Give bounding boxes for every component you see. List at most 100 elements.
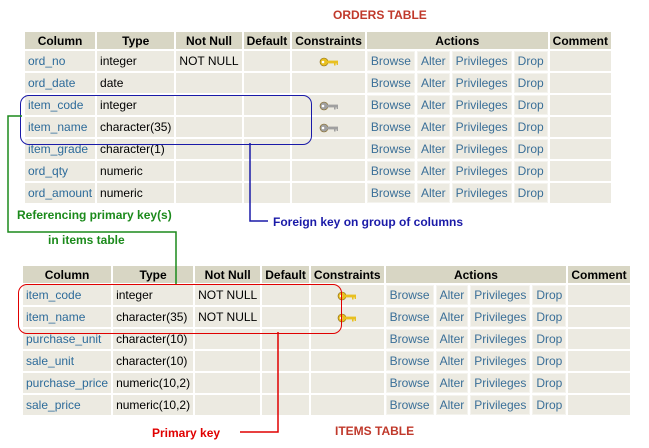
browse-button[interactable]: Browse [385,329,434,349]
column-not-null [195,395,261,415]
privileges-button[interactable]: Privileges [470,285,531,305]
column-comment [549,95,612,115]
browse-button[interactable]: Browse [366,183,415,203]
header-default: Default [262,266,309,283]
drop-button[interactable]: Drop [513,139,548,159]
primary-key-icon[interactable] [319,54,339,68]
column-not-null [176,161,242,181]
alter-button[interactable]: Alter [435,285,469,305]
column-default [243,51,291,71]
foreign-key-note: Foreign key on group of columns [273,215,464,229]
browse-button[interactable]: Browse [366,95,415,115]
drop-button[interactable]: Drop [513,161,548,181]
drop-button[interactable]: Drop [513,73,548,93]
column-comment [568,395,630,415]
alter-button[interactable]: Alter [435,395,469,415]
privileges-button[interactable]: Privileges [451,73,512,93]
column-name[interactable]: ord_amount [25,183,96,203]
column-comment [549,139,612,159]
drop-button[interactable]: Drop [532,307,567,327]
drop-button[interactable]: Drop [513,95,548,115]
privileges-button[interactable]: Privileges [451,117,512,137]
privileges-button[interactable]: Privileges [451,139,512,159]
privileges-button[interactable]: Privileges [470,373,531,393]
alter-button[interactable]: Alter [435,351,469,371]
alter-button[interactable]: Alter [416,139,450,159]
column-type: numeric(10,2) [113,395,194,415]
column-comment [568,329,630,349]
column-name[interactable]: ord_no [25,51,96,71]
header-comment: Comment [568,266,630,283]
privileges-button[interactable]: Privileges [470,351,531,371]
browse-button[interactable]: Browse [366,161,415,181]
header-type: Type [113,266,194,283]
browse-button[interactable]: Browse [385,285,434,305]
drop-button[interactable]: Drop [513,117,548,137]
constraints-cell [310,395,384,415]
browse-button[interactable]: Browse [366,73,415,93]
column-comment [568,351,630,371]
column-name[interactable]: ord_date [25,73,96,93]
constraints-cell [310,373,384,393]
items-table-title: ITEMS TABLE [335,424,415,438]
alter-button[interactable]: Alter [435,329,469,349]
drop-button[interactable]: Drop [513,51,548,71]
column-name[interactable]: ord_qty [25,161,96,181]
privileges-button[interactable]: Privileges [470,395,531,415]
column-comment [568,285,630,305]
alter-button[interactable]: Alter [416,95,450,115]
column-type: numeric [97,161,175,181]
foreign-key-box [20,95,312,145]
browse-button[interactable]: Browse [385,373,434,393]
foreign-key-icon[interactable] [319,98,339,112]
column-default [262,395,309,415]
table-row: ord_date date Browse Alter Privileges Drop [25,73,612,93]
constraints-cell [292,73,365,93]
privileges-button[interactable]: Privileges [470,329,531,349]
alter-button[interactable]: Alter [416,73,450,93]
column-name[interactable]: purchase_price [23,373,112,393]
constraints-cell [292,161,365,181]
privileges-button[interactable]: Privileges [451,95,512,115]
privileges-button[interactable]: Privileges [451,183,512,203]
privileges-button[interactable]: Privileges [470,307,531,327]
browse-button[interactable]: Browse [385,351,434,371]
drop-button[interactable]: Drop [532,285,567,305]
browse-button[interactable]: Browse [366,139,415,159]
browse-button[interactable]: Browse [385,307,434,327]
browse-button[interactable]: Browse [366,117,415,137]
privileges-button[interactable]: Privileges [451,51,512,71]
browse-button[interactable]: Browse [385,395,434,415]
header-comment: Comment [549,32,612,49]
alter-button[interactable]: Alter [416,183,450,203]
column-comment [549,161,612,181]
column-type: character(10) [113,351,194,371]
drop-button[interactable]: Drop [532,373,567,393]
alter-button[interactable]: Alter [435,373,469,393]
drop-button[interactable]: Drop [532,329,567,349]
table-row: ord_amount numeric Browse Alter Privileges Dr… [25,183,612,203]
column-default [262,351,309,371]
column-not-null [176,183,242,203]
constraints-cell [310,351,384,371]
foreign-key-icon[interactable] [319,120,339,134]
column-default [243,183,291,203]
privileges-button[interactable]: Privileges [451,161,512,181]
drop-button[interactable]: Drop [513,183,548,203]
drop-button[interactable]: Drop [532,351,567,371]
table-row: purchase_price numeric(10,2) Browse Alter Pr… [23,373,630,393]
alter-button[interactable]: Alter [435,307,469,327]
drop-button[interactable]: Drop [532,395,567,415]
browse-button[interactable]: Browse [366,51,415,71]
column-comment [549,183,612,203]
column-not-null [195,373,261,393]
items-header-row: Column Type Not Null Default Constraints… [23,266,630,283]
column-type: numeric(10,2) [113,373,194,393]
column-name[interactable]: sale_unit [23,351,112,371]
alter-button[interactable]: Alter [416,117,450,137]
alter-button[interactable]: Alter [416,161,450,181]
column-name[interactable]: sale_price [23,395,112,415]
header-actions: Actions [366,32,548,49]
alter-button[interactable]: Alter [416,51,450,71]
column-comment [568,373,630,393]
